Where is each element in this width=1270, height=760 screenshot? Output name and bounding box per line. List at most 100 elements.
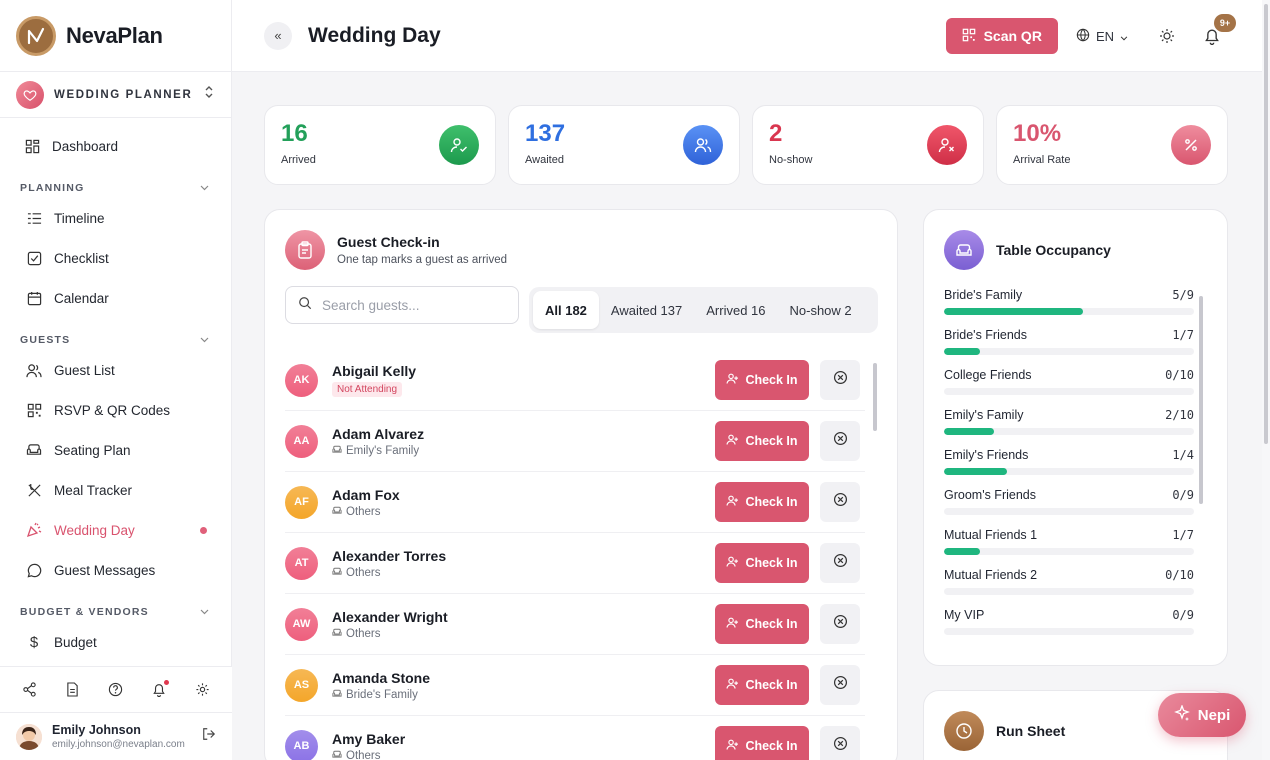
check-in-label: Check In <box>745 373 798 387</box>
language-select[interactable]: EN <box>1076 28 1128 45</box>
nav-calendar[interactable]: Calendar <box>0 278 231 318</box>
stat-awaited: 137 Awaited <box>508 105 740 185</box>
mark-no-show-button[interactable] <box>820 665 860 705</box>
table-occupancy-item: Emily's Friends 1/4 <box>944 448 1194 488</box>
filter-arrived[interactable]: Arrived 16 <box>694 291 777 329</box>
nepi-label: Nepi <box>1197 706 1231 724</box>
search-input[interactable] <box>322 297 502 313</box>
occupancy-scrollbar[interactable] <box>1199 296 1203 504</box>
nav-seating[interactable]: Seating Plan <box>0 430 231 470</box>
nav-timeline[interactable]: Timeline <box>0 198 231 238</box>
chevron-updown-icon <box>203 85 215 104</box>
document-icon[interactable] <box>65 682 81 698</box>
nav-wedding-day[interactable]: Wedding Day <box>0 510 231 550</box>
occupancy-bar-fill <box>944 348 980 355</box>
mark-no-show-button[interactable] <box>820 604 860 644</box>
section-budget[interactable]: BUDGET & VENDORS <box>0 596 231 622</box>
nav-guest-list[interactable]: Guest List <box>0 350 231 390</box>
mark-no-show-button[interactable] <box>820 421 860 461</box>
nav-seating-label: Seating Plan <box>54 442 131 458</box>
occupancy-row: Mutual Friends 2 0/10 <box>944 568 1194 582</box>
occupancy-row: Bride's Friends 1/7 <box>944 328 1194 342</box>
check-in-button[interactable]: Check In <box>715 543 809 583</box>
guest-avatar: AB <box>285 729 318 760</box>
bell-icon[interactable] <box>151 679 170 698</box>
user-profile[interactable]: Emily Johnson emily.johnson@nevaplan.com <box>0 712 232 760</box>
occupancy-bar <box>944 508 1194 515</box>
nav-checklist[interactable]: Checklist <box>0 238 231 278</box>
page-scrollbar[interactable] <box>1262 0 1270 760</box>
guest-table-label: Others <box>346 749 381 760</box>
stat-no-show: 2 No-show <box>752 105 984 185</box>
sidebar: NevaPlan WEDDING PLANNER Dashboard PLANN… <box>0 0 232 760</box>
x-circle-icon <box>833 736 848 756</box>
sofa-icon <box>332 445 342 457</box>
nav-budget[interactable]: $ Budget <box>0 622 231 662</box>
occupancy-bar-fill <box>944 308 1083 315</box>
section-guests[interactable]: GUESTS <box>0 324 231 350</box>
logout-icon[interactable] <box>202 727 216 746</box>
scan-qr-button[interactable]: Scan QR <box>945 18 1058 54</box>
nav-rsvp[interactable]: RSVP & QR Codes <box>0 390 231 430</box>
nav-checklist-label: Checklist <box>54 250 109 266</box>
section-planning[interactable]: PLANNING <box>0 172 231 198</box>
guest-name: Adam Alvarez <box>332 425 425 442</box>
checkbox-icon <box>26 250 42 266</box>
party-popper-icon <box>26 522 42 538</box>
mark-no-show-button[interactable] <box>820 543 860 583</box>
check-in-button[interactable]: Check In <box>715 421 809 461</box>
chevron-down-icon <box>200 182 209 194</box>
help-icon[interactable] <box>108 682 124 698</box>
nepi-assistant-button[interactable]: Nepi <box>1158 693 1246 737</box>
search-icon <box>298 296 312 315</box>
check-in-button[interactable]: Check In <box>715 482 809 522</box>
section-planning-label: PLANNING <box>20 182 85 194</box>
table-count: 1/4 <box>1172 448 1194 462</box>
check-in-button[interactable]: Check In <box>715 604 809 644</box>
gear-icon[interactable] <box>194 682 210 698</box>
check-in-button[interactable]: Check In <box>715 360 809 400</box>
header: « Wedding Day Scan QR EN 9+ <box>232 0 1262 72</box>
checkin-header: Guest Check-in One tap marks a guest as … <box>285 230 507 270</box>
nav: Dashboard PLANNING Timeline Checklist Ca… <box>0 118 231 670</box>
notification-badge: 9+ <box>1214 14 1236 32</box>
brand-name: NevaPlan <box>66 22 163 48</box>
filter-awaited[interactable]: Awaited 137 <box>599 291 694 329</box>
search-box <box>285 286 519 324</box>
table-occupancy-item: Groom's Friends 0/9 <box>944 488 1194 528</box>
active-dot <box>200 526 207 534</box>
section-guests-label: GUESTS <box>20 334 71 346</box>
share-icon[interactable] <box>22 682 38 698</box>
table-name: College Friends <box>944 368 1032 382</box>
table-name: Groom's Friends <box>944 488 1036 502</box>
notifications-bell-icon[interactable]: 9+ <box>1202 14 1236 46</box>
guest-row: AW Alexander Wright Others Check In <box>285 594 865 655</box>
filter-all[interactable]: All 182 <box>533 291 599 329</box>
check-in-button[interactable]: Check In <box>715 726 809 760</box>
sofa-icon <box>332 506 342 518</box>
not-attending-badge: Not Attending <box>332 382 403 397</box>
stat-label: Arrived <box>281 154 316 166</box>
mark-no-show-button[interactable] <box>820 726 860 760</box>
guest-table-label: Others <box>346 627 381 640</box>
nav-meal[interactable]: Meal Tracker <box>0 470 231 510</box>
notification-dot <box>164 679 170 685</box>
sofa-icon <box>332 750 342 760</box>
page-scrollbar-thumb[interactable] <box>1264 4 1268 444</box>
filter-no-show[interactable]: No-show 2 <box>778 291 864 329</box>
role-switcher[interactable]: WEDDING PLANNER <box>0 72 231 118</box>
mark-no-show-button[interactable] <box>820 482 860 522</box>
table-count: 1/7 <box>1172 528 1194 542</box>
occupancy-bar <box>944 388 1194 395</box>
guest-list-scrollbar[interactable] <box>873 363 877 431</box>
check-in-button[interactable]: Check In <box>715 665 809 705</box>
guest-table: Emily's Family <box>332 445 715 457</box>
mark-no-show-button[interactable] <box>820 360 860 400</box>
user-plus-icon <box>726 372 739 388</box>
collapse-sidebar-button[interactable]: « <box>264 21 292 50</box>
sun-icon[interactable] <box>1158 27 1176 45</box>
users-icon <box>26 362 42 378</box>
nav-messages[interactable]: Guest Messages <box>0 550 231 590</box>
nav-calendar-label: Calendar <box>54 290 109 306</box>
nav-dashboard[interactable]: Dashboard <box>0 126 231 166</box>
